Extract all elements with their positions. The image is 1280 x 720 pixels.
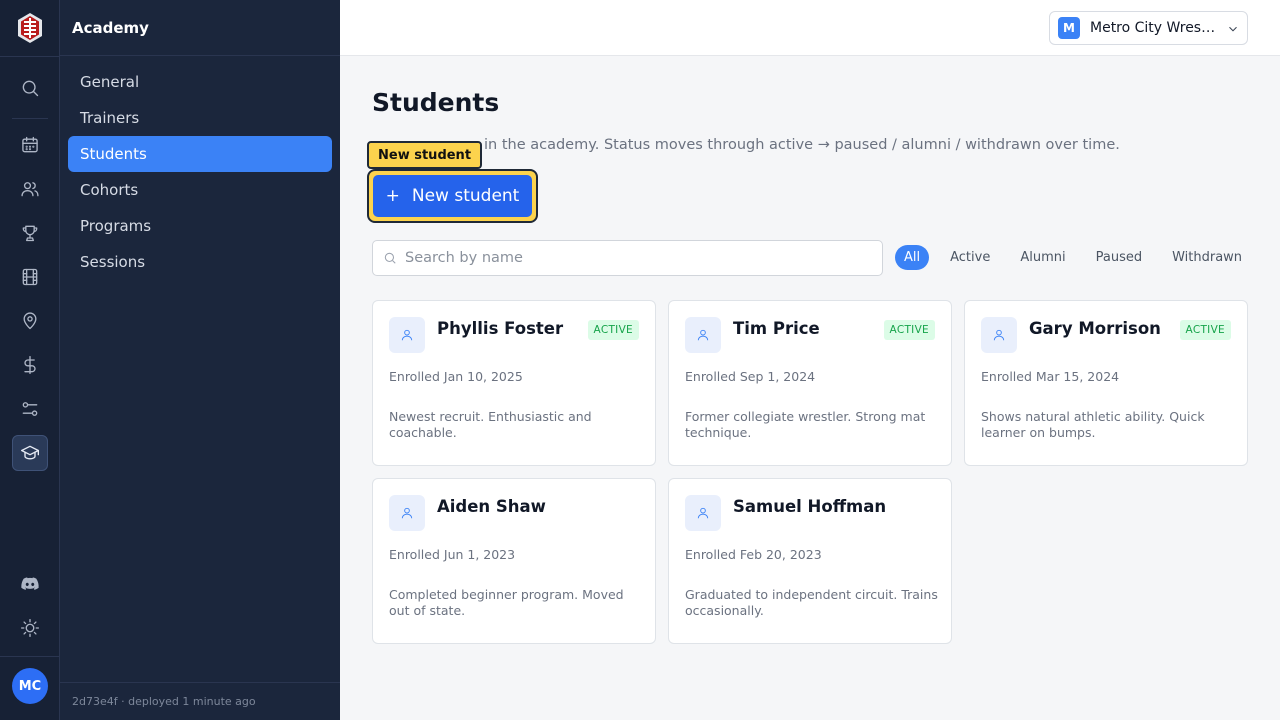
sun-icon[interactable] — [12, 610, 48, 646]
student-name: Tim Price — [733, 319, 820, 338]
filter-withdrawn[interactable]: Withdrawn — [1163, 245, 1251, 270]
rail-divider — [12, 118, 48, 119]
calendar-icon[interactable] — [12, 127, 48, 163]
student-card[interactable]: Samuel Hoffman Enrolled Feb 20, 2023 Gra… — [668, 478, 952, 644]
plus-icon: + — [385, 186, 400, 206]
film-icon[interactable] — [12, 259, 48, 295]
enrolled-date: Enrolled Mar 15, 2024 — [981, 369, 1120, 384]
student-note: Former collegiate wrestler. Strong mat t… — [685, 409, 926, 440]
filter-active[interactable]: Active — [941, 245, 999, 270]
student-note: Graduated to independent circuit. Trains… — [685, 587, 938, 618]
status-filters: All Active Alumni Paused Withdrawn — [895, 245, 1259, 270]
person-icon — [981, 317, 1017, 353]
search-input[interactable] — [405, 250, 865, 266]
map-pin-icon[interactable] — [12, 303, 48, 339]
sidebar-item-programs[interactable]: Programs — [68, 208, 332, 244]
sidebar-item-trainers[interactable]: Trainers — [68, 100, 332, 136]
status-badge: ACTIVE — [1179, 320, 1231, 340]
users-icon[interactable] — [12, 171, 48, 207]
enrolled-date: Enrolled Jan 10, 2025 — [389, 369, 523, 384]
tooltip-new-student: New student — [367, 141, 483, 169]
student-name: Phyllis Foster — [437, 319, 564, 338]
page-title: Students — [372, 88, 500, 117]
enrolled-date: Enrolled Jun 1, 2023 — [389, 547, 516, 562]
sidebar-nav: General Trainers Students Cohorts Progra… — [60, 56, 340, 288]
sidebar-title: Academy — [60, 0, 340, 56]
app-logo-icon[interactable] — [17, 12, 43, 44]
student-card[interactable]: Phyllis Foster ACTIVE Enrolled Jan 10, 2… — [372, 300, 656, 466]
top-bar: M Metro City Wrestling — [340, 0, 1280, 56]
filter-all[interactable]: All — [895, 245, 930, 270]
search-box — [372, 240, 883, 276]
student-card[interactable]: Aiden Shaw Enrolled Jun 1, 2023 Complete… — [372, 478, 656, 644]
student-name: Aiden Shaw — [437, 497, 546, 516]
new-student-button[interactable]: + New student — [373, 175, 532, 217]
sliders-icon[interactable] — [12, 391, 48, 427]
person-icon — [389, 495, 425, 531]
enrolled-date: Enrolled Sep 1, 2024 — [685, 369, 816, 384]
rail-divider — [0, 56, 60, 57]
org-badge: M — [1058, 17, 1080, 39]
student-card[interactable]: Tim Price ACTIVE Enrolled Sep 1, 2024 Fo… — [668, 300, 952, 466]
filter-paused[interactable]: Paused — [1087, 245, 1151, 270]
student-note: Completed beginner program. Moved out of… — [389, 587, 624, 618]
org-name: Metro City Wrestling — [1090, 20, 1218, 36]
icon-rail: MC — [0, 0, 60, 720]
rail-divider — [0, 656, 60, 657]
person-icon — [685, 495, 721, 531]
sidebar-item-students[interactable]: Students — [68, 136, 332, 172]
sidebar-item-cohorts[interactable]: Cohorts — [68, 172, 332, 208]
filter-alumni[interactable]: Alumni — [1011, 245, 1074, 270]
status-badge: ACTIVE — [883, 320, 935, 340]
search-icon[interactable] — [12, 70, 48, 106]
student-note: Newest recruit. Enthusiastic and coachab… — [389, 409, 592, 440]
discord-icon[interactable] — [12, 566, 48, 602]
sidebar-item-sessions[interactable]: Sessions — [68, 244, 332, 280]
person-icon — [389, 317, 425, 353]
org-switcher[interactable]: M Metro City Wrestling — [1049, 11, 1248, 45]
user-avatar[interactable]: MC — [12, 668, 48, 704]
student-name: Gary Morrison — [1029, 319, 1161, 338]
student-card[interactable]: Gary Morrison ACTIVE Enrolled Mar 15, 20… — [964, 300, 1248, 466]
person-icon — [685, 317, 721, 353]
enrolled-date: Enrolled Feb 20, 2023 — [685, 547, 822, 562]
deploy-info: 2d73e4f · deployed 1 minute ago — [60, 682, 340, 720]
status-badge: ACTIVE — [587, 320, 639, 340]
search-icon — [384, 252, 396, 264]
student-note: Shows natural athletic ability. Quick le… — [981, 409, 1205, 440]
dollar-icon[interactable] — [12, 347, 48, 383]
trophy-icon[interactable] — [12, 215, 48, 251]
graduation-cap-icon[interactable] — [12, 435, 48, 471]
section-sidebar: Academy General Trainers Students Cohort… — [60, 0, 340, 720]
main-content: Students in the academy. Status moves th… — [340, 56, 1280, 720]
student-name: Samuel Hoffman — [733, 497, 887, 516]
highlight-frame: + New student — [367, 169, 538, 223]
new-student-label: New student — [411, 186, 520, 206]
page-description: in the academy. Status moves through act… — [484, 137, 1120, 153]
sidebar-item-general[interactable]: General — [68, 64, 332, 100]
chevron-down-icon — [1226, 21, 1240, 35]
